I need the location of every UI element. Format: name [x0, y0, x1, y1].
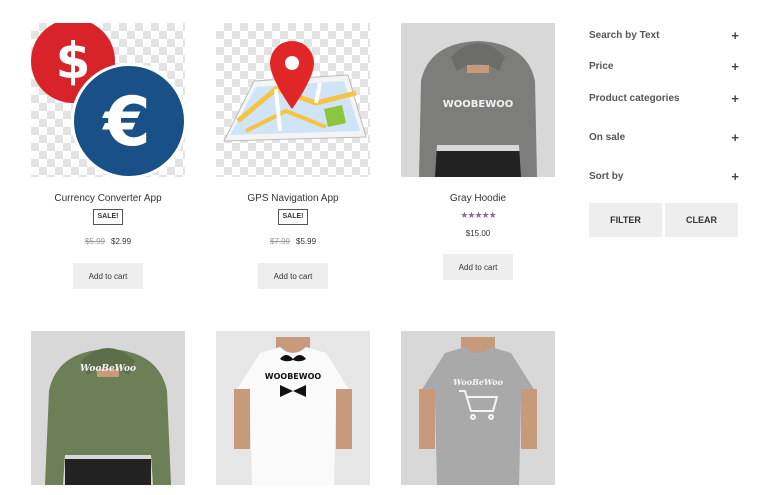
rating-stars: ★★★★★: [460, 210, 496, 220]
product-image-gray-tshirt[interactable]: WooBeWoo: [401, 331, 555, 485]
product-card-white-tshirt: WOOBEWOO: [216, 331, 370, 485]
product-title[interactable]: Currency Converter App: [31, 193, 185, 204]
filter-search-by-text[interactable]: Search by Text +: [589, 28, 739, 43]
plus-icon[interactable]: +: [731, 59, 739, 74]
product-card-green-hoodie: WooBeWoo: [31, 331, 185, 485]
sale-badge: SALE!: [278, 209, 308, 225]
product-price: $5.99 $2.99: [31, 237, 185, 246]
svg-text:$: $: [56, 32, 91, 90]
sale-price: $2.99: [111, 237, 132, 246]
hoodie-image: WOOBEWOO: [419, 41, 537, 177]
product-title[interactable]: GPS Navigation App: [216, 193, 370, 204]
tshirt-image: WooBeWoo: [419, 337, 537, 485]
product-image-currency-converter[interactable]: $ €: [31, 23, 185, 177]
product-card-currency-converter: $ € Currency Converter App SALE! $5.99 $2…: [31, 23, 185, 289]
shirt-print: WOOBEWOO: [265, 372, 322, 381]
tshirt-image: WOOBEWOO: [234, 337, 352, 485]
filter-label: Search by Text: [589, 30, 660, 41]
filter-label: Product categories: [589, 93, 680, 104]
filter-sort-by[interactable]: Sort by +: [589, 169, 739, 184]
product-title[interactable]: Gray Hoodie: [401, 193, 555, 204]
add-to-cart-button[interactable]: Add to cart: [258, 263, 328, 289]
filter-label: Price: [589, 61, 614, 72]
shirt-print: WooBeWoo: [80, 364, 136, 374]
plus-icon[interactable]: +: [731, 28, 739, 43]
currency-icon: $ €: [31, 23, 185, 177]
map-pin-icon: [223, 41, 367, 142]
plus-icon[interactable]: +: [731, 169, 739, 184]
product-card-gray-hoodie: WOOBEWOO Gray Hoodie ★★★★★ $15.00 Add to…: [401, 23, 555, 280]
sale-price: $5.99: [296, 237, 317, 246]
filter-label: On sale: [589, 132, 626, 143]
product-image-green-hoodie[interactable]: WooBeWoo: [31, 331, 185, 485]
filter-price[interactable]: Price +: [589, 59, 739, 74]
filter-label: Sort by: [589, 171, 624, 182]
product-card-gps-navigation: GPS Navigation App SALE! $7.99 $5.99 Add …: [216, 23, 370, 289]
sale-badge: SALE!: [93, 209, 123, 225]
svg-text:€: €: [101, 83, 150, 162]
plus-icon[interactable]: +: [731, 130, 739, 145]
product-price: $15.00: [465, 229, 491, 238]
hoodie-image: WooBeWoo: [45, 348, 171, 485]
product-price: $7.99 $5.99: [216, 237, 370, 246]
shirt-print: WooBeWoo: [453, 377, 504, 387]
plus-icon[interactable]: +: [731, 91, 739, 106]
shirt-print: WOOBEWOO: [443, 99, 514, 110]
product-image-gps-navigation[interactable]: [216, 23, 370, 177]
filter-button[interactable]: FILTER: [589, 203, 662, 237]
filter-product-categories[interactable]: Product categories +: [589, 91, 739, 106]
add-to-cart-button[interactable]: Add to cart: [73, 263, 143, 289]
clear-button[interactable]: CLEAR: [665, 203, 738, 237]
product-card-gray-tshirt: WooBeWoo: [401, 331, 555, 485]
old-price: $5.99: [84, 237, 105, 246]
add-to-cart-button[interactable]: Add to cart: [443, 254, 513, 280]
old-price: $7.99: [269, 237, 290, 246]
product-image-gray-hoodie[interactable]: WOOBEWOO: [401, 23, 555, 177]
filter-on-sale[interactable]: On sale +: [589, 130, 739, 145]
product-image-white-tshirt[interactable]: WOOBEWOO: [216, 331, 370, 485]
